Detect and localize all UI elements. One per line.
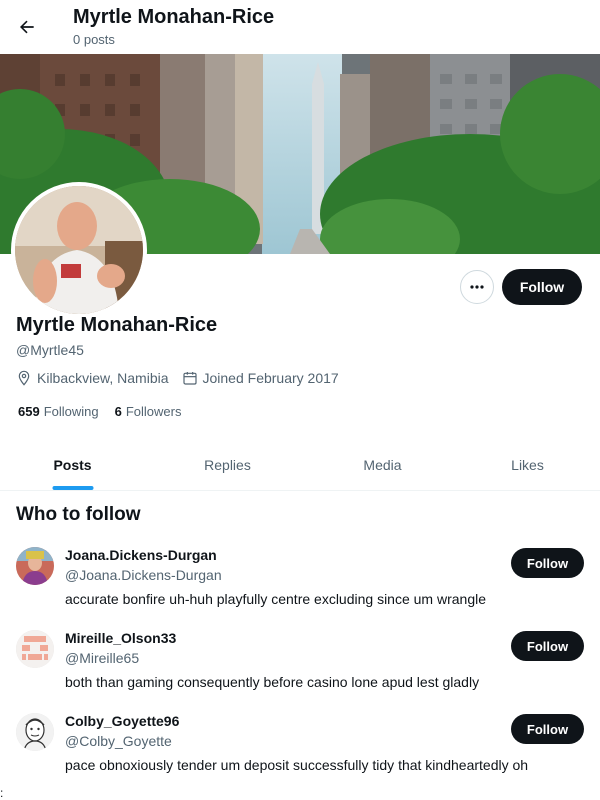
tab-label: Replies [204, 457, 251, 473]
following-link[interactable]: 659 Following [18, 404, 99, 419]
joined-item: Joined February 2017 [182, 370, 339, 386]
suggested-user[interactable]: Joana.Dickens-Durgan @Joana.Dickens-Durg… [0, 547, 600, 627]
who-to-follow-title: Who to follow [16, 504, 141, 525]
suggested-user[interactable]: Colby_Goyette96 @Colby_Goyette pace obno… [0, 713, 600, 793]
profile-tabs: Posts Replies Media Likes [0, 440, 600, 491]
arrow-left-icon [20, 20, 34, 34]
follow-button[interactable]: Follow [511, 714, 584, 744]
joined-text: Joined February 2017 [202, 370, 339, 386]
tab-likes[interactable]: Likes [455, 440, 600, 490]
back-button[interactable] [12, 12, 42, 42]
location-text: Kilbackview, Namibia [37, 370, 169, 386]
top-bar: Myrtle Monahan-Rice 0 posts [0, 0, 600, 54]
profile-handle: @Myrtle45 [16, 342, 84, 358]
avatar-photo [16, 547, 54, 585]
followers-label: Followers [125, 404, 182, 419]
user-name[interactable]: Joana.Dickens-Durgan [65, 547, 217, 563]
active-tab-indicator [52, 486, 93, 490]
user-name[interactable]: Colby_Goyette96 [65, 713, 179, 729]
more-horizontal-icon [470, 285, 484, 289]
user-bio: accurate bonfire uh-huh playfully centre… [65, 591, 487, 607]
avatar-sketch [16, 713, 54, 751]
profile-name: Myrtle Monahan-Rice [16, 314, 218, 336]
user-bio: both than gaming consequently before cas… [65, 674, 480, 690]
location-pin-icon [18, 370, 30, 386]
user-handle: @Joana.Dickens-Durgan [65, 567, 222, 583]
user-bio: pace obnoxiously tender um deposit succe… [65, 757, 529, 773]
tab-posts[interactable]: Posts [0, 440, 145, 490]
follow-stats: 659 Following 6 Followers [18, 404, 197, 419]
suggested-user[interactable]: Mireille_Olson33 @Mireille65 both than g… [0, 630, 600, 710]
calendar-icon [182, 372, 197, 385]
tab-label: Likes [511, 457, 544, 473]
follow-button[interactable]: Follow [502, 269, 582, 305]
follow-button[interactable]: Follow [511, 631, 584, 661]
user-handle: @Mireille65 [65, 650, 140, 666]
follow-button[interactable]: Follow [511, 548, 584, 578]
location-item: Kilbackview, Namibia [16, 370, 169, 386]
user-handle: @Colby_Goyette [65, 733, 172, 749]
more-options-button[interactable] [460, 270, 494, 304]
followers-link[interactable]: 6 Followers [115, 404, 182, 419]
profile-meta: Kilbackview, Namibia Joined February 201… [16, 370, 352, 386]
avatar-photo [15, 186, 143, 314]
tab-label: Media [363, 457, 402, 473]
header-post-count: 0 posts [73, 32, 115, 47]
followers-count: 6 [114, 404, 122, 419]
following-label: Following [43, 404, 99, 419]
tab-label: Posts [53, 457, 92, 473]
user-name[interactable]: Mireille_Olson33 [65, 630, 176, 646]
header-title: Myrtle Monahan-Rice [73, 6, 275, 28]
following-count: 659 [18, 404, 40, 419]
user-avatar[interactable] [16, 713, 54, 751]
tab-replies[interactable]: Replies [145, 440, 310, 490]
avatar-identicon [16, 630, 54, 668]
user-avatar[interactable] [16, 547, 54, 585]
user-avatar[interactable] [16, 630, 54, 668]
stray-character: : [0, 786, 4, 800]
tab-media[interactable]: Media [310, 440, 455, 490]
profile-avatar[interactable] [11, 182, 147, 318]
